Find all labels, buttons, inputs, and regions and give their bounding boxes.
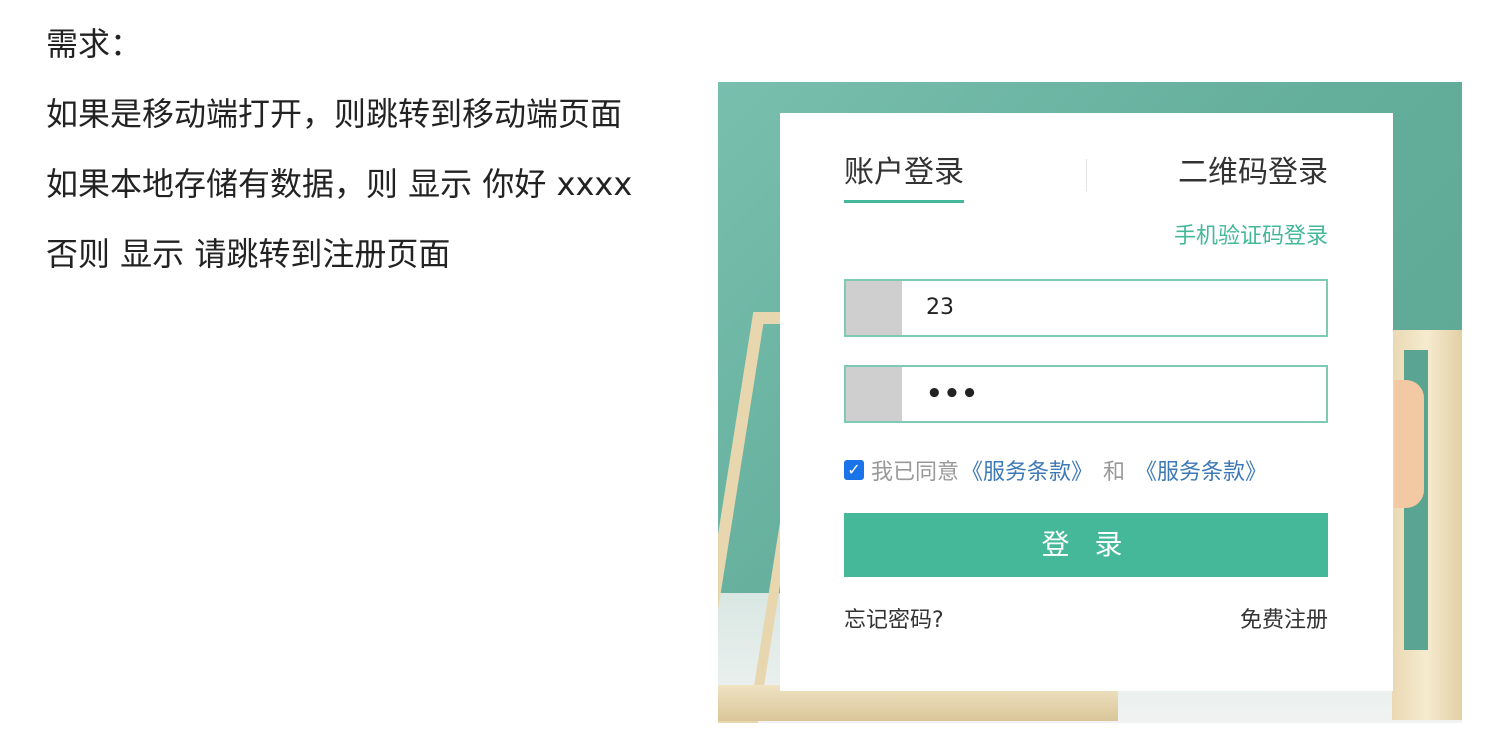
requirements-title: 需求： bbox=[46, 25, 143, 63]
terms-link[interactable]: 《服务条款》 bbox=[961, 454, 1093, 486]
login-card: 账户登录 二维码登录 手机验证码登录 23 ••• ✓ 我已同意 《服务条款》 … bbox=[780, 113, 1393, 691]
terms-link-2[interactable]: 《服务条款》 bbox=[1135, 454, 1267, 486]
tab-qrcode-login[interactable]: 二维码登录 bbox=[1178, 151, 1328, 195]
password-field[interactable]: ••• bbox=[844, 365, 1328, 423]
sms-login-link[interactable]: 手机验证码登录 bbox=[1174, 223, 1328, 251]
tab-account-login[interactable]: 账户登录 bbox=[844, 151, 964, 203]
password-value: ••• bbox=[926, 379, 979, 409]
lock-icon bbox=[846, 367, 902, 421]
background-decoration bbox=[1394, 380, 1424, 508]
login-button[interactable]: 登 录 bbox=[844, 513, 1328, 577]
user-icon bbox=[846, 281, 902, 335]
agree-text: 我已同意 bbox=[871, 460, 960, 485]
checkmark-icon: ✓ bbox=[847, 460, 861, 479]
username-field[interactable]: 23 bbox=[844, 279, 1328, 337]
requirements-text: 需求： 如果是移动端打开，则跳转到移动端页面 如果本地存储有数据，则 显示 你好… bbox=[46, 22, 686, 302]
agree-and-text: 和 bbox=[1103, 460, 1126, 485]
requirement-line: 如果是移动端打开，则跳转到移动端页面 bbox=[46, 95, 623, 133]
agreement-row: ✓ 我已同意 《服务条款》 和 《服务条款》 bbox=[844, 454, 1269, 486]
forgot-password-link[interactable]: 忘记密码? bbox=[844, 607, 944, 635]
login-tabs: 账户登录 二维码登录 bbox=[844, 151, 1328, 205]
agree-checkbox[interactable]: ✓ bbox=[844, 460, 864, 480]
username-value: 23 bbox=[926, 295, 954, 320]
requirement-line: 如果本地存储有数据，则 显示 你好 xxxx bbox=[46, 165, 633, 203]
requirement-line: 否则 显示 请跳转到注册页面 bbox=[46, 235, 451, 273]
tab-divider bbox=[1086, 159, 1087, 191]
register-link[interactable]: 免费注册 bbox=[1240, 607, 1328, 635]
